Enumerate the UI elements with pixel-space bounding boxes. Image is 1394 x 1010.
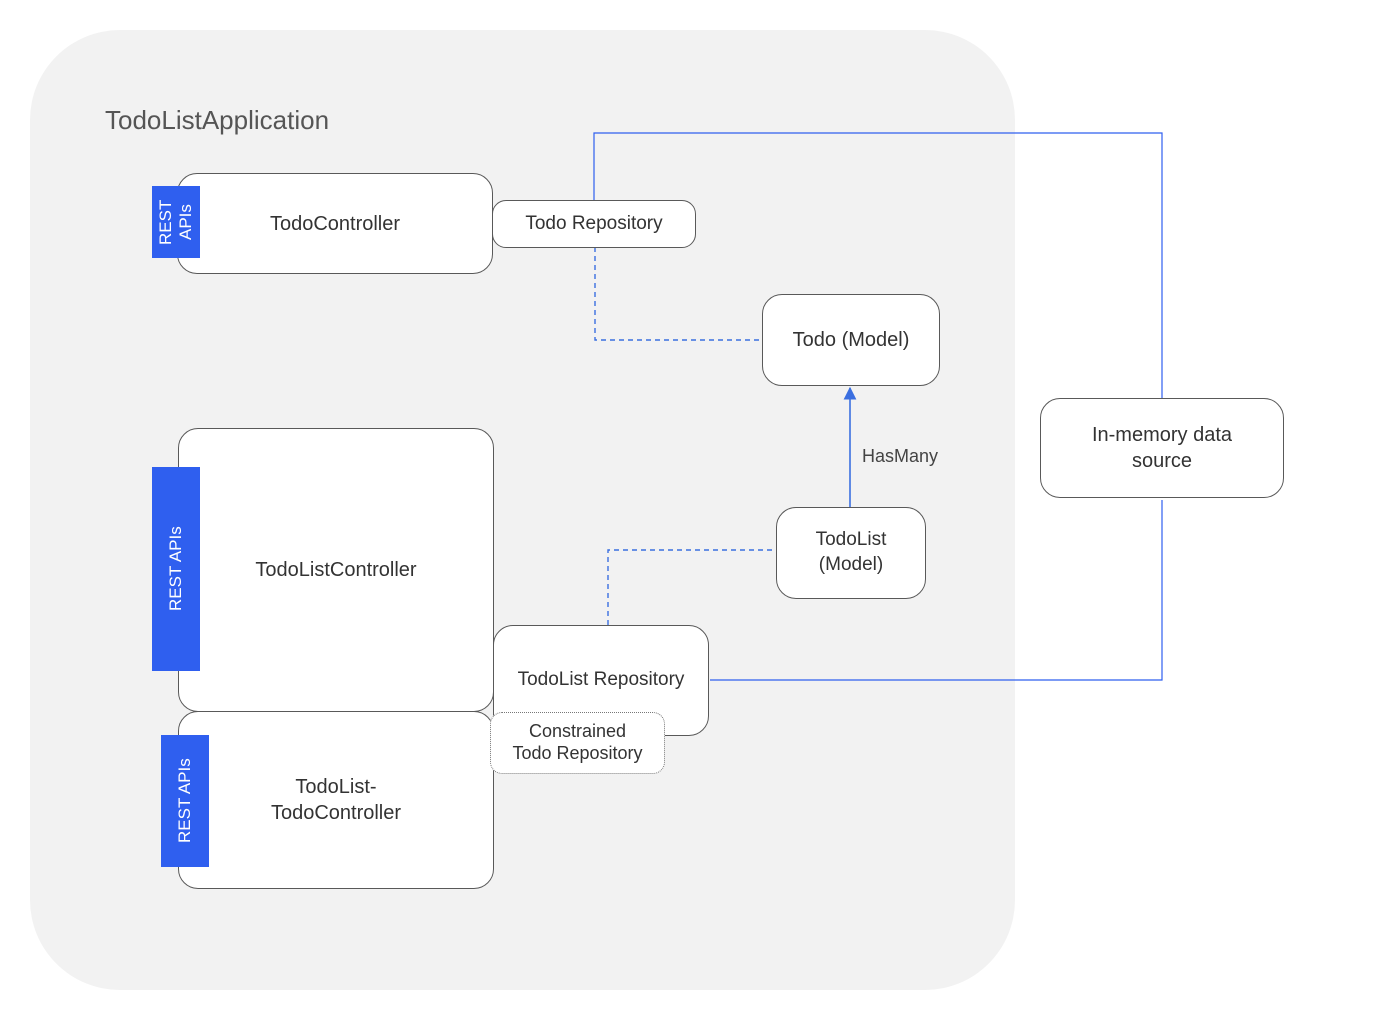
node-todolist-model: TodoList (Model)	[776, 507, 926, 599]
node-datasource: In-memory data source	[1040, 398, 1284, 498]
node-todolist-controller: TodoListController	[178, 428, 494, 712]
label-hasmany: HasMany	[862, 446, 938, 467]
label-todolist-todo-controller: TodoList- TodoController	[271, 774, 401, 826]
label-todolist-repository: TodoList Repository	[518, 668, 685, 693]
label-todolist-model: TodoList (Model)	[816, 528, 887, 577]
label-todolist-controller: TodoListController	[255, 557, 416, 583]
diagram-canvas: TodoListApplication TodoController REST …	[0, 0, 1394, 1010]
node-todo-model: Todo (Model)	[762, 294, 940, 386]
node-todo-controller: TodoController	[177, 173, 493, 274]
label-todo-controller: TodoController	[270, 211, 400, 237]
label-datasource: In-memory data source	[1092, 422, 1232, 474]
tag-rest-apis-3: REST APIs	[161, 735, 209, 867]
label-todo-repository: Todo Repository	[525, 212, 662, 237]
tag-rest-apis-2: REST APIs	[152, 467, 200, 671]
tag-rest-apis-1: REST APIs	[152, 186, 200, 258]
label-constrained-repo: Constrained Todo Repository	[512, 721, 642, 764]
node-todo-repository: Todo Repository	[492, 200, 696, 248]
node-constrained-repo: Constrained Todo Repository	[490, 712, 665, 774]
app-title: TodoListApplication	[105, 105, 329, 136]
node-todolist-todo-controller: TodoList- TodoController	[178, 711, 494, 889]
label-todo-model: Todo (Model)	[793, 327, 910, 353]
